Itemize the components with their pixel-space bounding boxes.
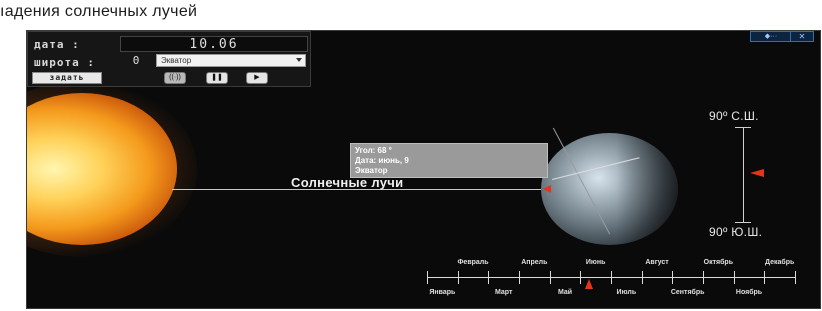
close-button[interactable]: ✕ xyxy=(790,32,813,41)
timeline-tick xyxy=(733,271,735,284)
month-label[interactable]: Июнь xyxy=(586,259,606,266)
month-label[interactable]: Январь xyxy=(429,289,455,296)
control-panel: дата : 10.06 широта : 0 Экватор задать (… xyxy=(27,31,311,87)
tooltip-place: Экватор xyxy=(355,166,388,175)
timeline-tick xyxy=(549,271,551,284)
timeline-tick xyxy=(703,271,704,284)
pause-button[interactable]: ❚❚ xyxy=(206,72,228,84)
latitude-select-value: Экватор xyxy=(161,56,192,65)
timeline-tick xyxy=(672,271,674,284)
info-tooltip: Угол: 68 ° Дата: июнь, 9 Экватор xyxy=(350,143,548,178)
month-label[interactable]: Июль xyxy=(617,289,637,296)
ray-hit-marker xyxy=(543,185,551,193)
month-label[interactable]: Август xyxy=(645,259,668,266)
timeline-tick xyxy=(488,271,490,284)
month-label[interactable]: Май xyxy=(558,289,572,296)
month-label[interactable]: Ноябрь xyxy=(736,289,762,296)
timeline-tick xyxy=(641,271,643,284)
month-label[interactable]: Октябрь xyxy=(704,259,733,266)
month-label[interactable]: Февраль xyxy=(457,259,488,266)
page-title: ıадения солнечных лучей xyxy=(0,3,198,20)
stop-button[interactable]: ((·)) xyxy=(164,72,186,84)
set-button[interactable]: задать xyxy=(32,72,102,84)
tooltip-date: Дата: июнь, 9 xyxy=(355,156,409,165)
timeline-tick xyxy=(519,271,520,284)
latitude-scale xyxy=(743,127,744,223)
tooltip-angle: Угол: 68 ° xyxy=(355,146,392,155)
south-latitude-label: 90º Ю.Ш. xyxy=(709,225,763,239)
back-button[interactable]: ◆··· xyxy=(751,32,791,41)
window-controls: ◆··· ✕ xyxy=(750,31,814,42)
latitude-scale-bottom-tick xyxy=(735,222,751,223)
date-field[interactable]: 10.06 xyxy=(120,36,308,52)
timeline-tick xyxy=(795,271,796,284)
timeline-pointer[interactable] xyxy=(584,279,593,289)
chevron-down-icon xyxy=(296,58,302,62)
latitude-select[interactable]: Экватор xyxy=(156,54,306,67)
month-label[interactable]: Сентябрь xyxy=(671,289,705,296)
timeline-tick xyxy=(457,271,459,284)
play-button[interactable]: ▶ xyxy=(246,72,268,84)
timeline-tick xyxy=(427,271,428,284)
latitude-field[interactable]: 0 xyxy=(120,54,152,68)
month-label[interactable]: Декабрь xyxy=(765,259,794,266)
simulation-window: ◆··· ✕ дата : 10.06 широта : 0 Экватор з… xyxy=(26,30,821,309)
north-latitude-label: 90º С.Ш. xyxy=(709,109,759,123)
timeline-tick xyxy=(611,271,612,284)
month-label[interactable]: Апрель xyxy=(521,259,547,266)
latitude-label: широта : xyxy=(34,56,95,69)
month-label[interactable]: Март xyxy=(495,289,512,296)
latitude-scale-top-tick xyxy=(735,127,751,128)
timeline-tick xyxy=(764,271,766,284)
date-label: дата : xyxy=(34,38,80,51)
earth-shadow xyxy=(541,133,678,245)
latitude-pointer[interactable] xyxy=(750,169,764,177)
timeline-tick xyxy=(580,271,582,284)
